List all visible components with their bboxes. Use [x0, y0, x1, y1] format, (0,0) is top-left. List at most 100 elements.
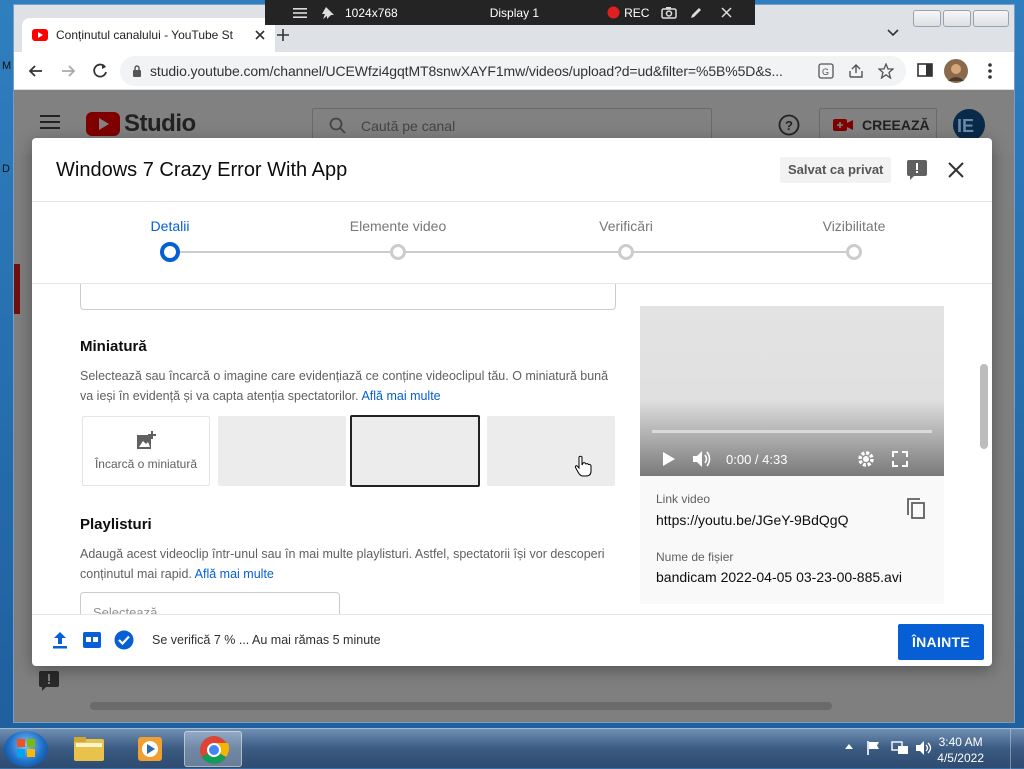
kebab-menu-icon[interactable]: [980, 61, 1000, 81]
action-center-flag-icon[interactable]: [866, 740, 882, 756]
thumbnail-section-title: Miniatură: [80, 338, 147, 355]
step-dot-video-elements[interactable]: [390, 244, 406, 260]
back-arrow-icon[interactable]: [26, 61, 46, 81]
network-icon[interactable]: [891, 740, 909, 756]
svg-text:IE: IE: [957, 116, 974, 136]
side-panel-icon[interactable]: [916, 61, 936, 81]
settings-gear-icon[interactable]: [857, 450, 875, 468]
fullscreen-icon[interactable]: [892, 451, 909, 467]
playlists-learn-more-link[interactable]: Află mai multe: [195, 567, 274, 581]
upload-arrow-icon[interactable]: [52, 631, 68, 649]
step-visibility[interactable]: Vizibilitate: [823, 218, 886, 234]
copy-link-icon[interactable]: [906, 498, 926, 520]
upload-stepper: Detalii Elemente video Verificări Vizibi…: [32, 202, 992, 284]
start-button[interactable]: [4, 731, 48, 767]
forward-arrow-icon[interactable]: [58, 61, 78, 81]
rec-dot-icon: [607, 0, 620, 25]
taskbar: 3:40 AM 4/5/2022: [0, 728, 1024, 769]
play-icon[interactable]: [662, 451, 676, 467]
studio-logo[interactable]: Studio: [86, 110, 196, 138]
playlists-description: Adaugă acest videoclip într-unul sau în …: [80, 544, 610, 584]
recorder-resolution: 1024x768: [345, 5, 398, 20]
url-text: studio.youtube.com/channel/UCEWfzi4gqtMT…: [150, 63, 783, 79]
description-field[interactable]: [80, 284, 616, 310]
help-icon[interactable]: ?: [778, 114, 800, 136]
rec-button[interactable]: REC: [624, 0, 649, 25]
translate-icon[interactable]: G: [818, 63, 834, 79]
show-hidden-icons-icon[interactable]: [844, 742, 854, 750]
taskbar-explorer[interactable]: [60, 731, 118, 767]
search-placeholder: Caută pe canal: [361, 118, 456, 134]
reload-icon[interactable]: [90, 61, 110, 81]
show-desktop-button[interactable]: [1010, 729, 1024, 769]
address-bar[interactable]: studio.youtube.com/channel/UCEWfzi4gqtMT…: [120, 56, 906, 86]
taskbar-media-player[interactable]: [122, 731, 180, 767]
video-player[interactable]: 0:00 / 4:33: [640, 306, 944, 476]
share-icon[interactable]: [848, 63, 864, 79]
step-dot-visibility[interactable]: [846, 244, 862, 260]
dialog-header: Windows 7 Crazy Error With App Salvat ca…: [32, 138, 992, 202]
feedback-icon[interactable]: [38, 670, 60, 692]
step-dot-details[interactable]: [160, 242, 180, 262]
youtube-favicon-icon: [32, 29, 48, 41]
new-tab-icon[interactable]: [276, 28, 290, 42]
page-horizontal-scrollbar[interactable]: [90, 702, 832, 710]
step-video-elements[interactable]: Elemente video: [350, 218, 447, 234]
auto-thumbnail-option-3[interactable]: [487, 416, 615, 486]
stepper-track: [170, 251, 854, 253]
maximize-button[interactable]: [943, 10, 971, 27]
studio-page: Studio Caută pe canal ? CREEAZĂ IE Windo…: [14, 90, 1014, 722]
browser-toolbar: studio.youtube.com/channel/UCEWfzi4gqtMT…: [14, 52, 1014, 90]
video-progress-bar[interactable]: [652, 430, 932, 433]
tab-close-icon[interactable]: [255, 30, 265, 40]
volume-icon[interactable]: [692, 450, 714, 468]
recorder-bar: 1024x768 Display 1 REC: [265, 0, 755, 25]
profile-avatar[interactable]: [944, 59, 968, 83]
report-feedback-icon[interactable]: [906, 159, 928, 181]
svg-text:G: G: [822, 67, 829, 77]
create-label: CREEAZĂ: [862, 117, 930, 133]
thumbnail-learn-more-link[interactable]: Află mai multe: [361, 389, 440, 403]
dialog-title: Windows 7 Crazy Error With App: [56, 159, 348, 181]
bookmark-star-icon[interactable]: [878, 63, 894, 79]
window-close-button[interactable]: [973, 10, 1009, 27]
volume-tray-icon[interactable]: [915, 740, 933, 756]
pin-icon[interactable]: [321, 0, 335, 25]
menu-icon[interactable]: [293, 0, 307, 25]
pencil-icon[interactable]: [689, 0, 703, 25]
next-button[interactable]: ÎNAINTE: [898, 624, 984, 660]
video-link-label: Link video: [656, 492, 711, 506]
sidebar-accent: [14, 264, 20, 314]
playlist-select[interactable]: Selectează: [80, 592, 340, 614]
create-button[interactable]: CREEAZĂ: [819, 108, 937, 142]
playlists-section-title: Playlisturi: [80, 516, 152, 533]
taskbar-clock[interactable]: 3:40 AM 4/5/2022: [937, 734, 984, 766]
video-link[interactable]: https://youtu.be/JGeY-9BdQgQ: [656, 512, 849, 528]
upload-thumbnail-label: Încarcă o miniatură: [94, 457, 198, 471]
dialog-close-icon[interactable]: [948, 162, 964, 178]
tab-search-chevron-icon[interactable]: [887, 29, 899, 37]
hamburger-menu-icon[interactable]: [40, 114, 60, 130]
step-dot-checks[interactable]: [618, 244, 634, 260]
camera-icon[interactable]: [661, 0, 678, 25]
browser-tab[interactable]: Conținutul canalului - YouTube St: [22, 18, 275, 52]
auto-thumbnail-option-2[interactable]: [350, 415, 480, 487]
step-details[interactable]: Detalii: [151, 218, 190, 234]
saved-private-badge: Salvat ca privat: [780, 157, 892, 183]
close-icon[interactable]: [721, 0, 732, 25]
taskbar-chrome[interactable]: [184, 731, 242, 767]
dialog-content: Miniatură Selectează sau încarcă o imagi…: [32, 284, 992, 614]
hd-processing-icon[interactable]: [82, 631, 102, 649]
video-preview-panel: 0:00 / 4:33 Link video https://youtu.be/…: [640, 306, 944, 604]
video-camera-icon: [832, 117, 854, 133]
playlists-desc-text: Adaugă acest videoclip într-unul sau în …: [80, 547, 605, 581]
upload-thumbnail-button[interactable]: Încarcă o miniatură: [82, 416, 210, 486]
media-player-icon: [122, 731, 180, 767]
minimize-button[interactable]: [913, 10, 941, 27]
recorder-display[interactable]: Display 1: [490, 0, 539, 25]
dialog-scrollbar[interactable]: [980, 364, 988, 449]
auto-thumbnail-option-1[interactable]: [218, 416, 346, 486]
channel-avatar[interactable]: IE: [952, 108, 986, 142]
check-circle-icon[interactable]: [114, 630, 134, 650]
step-checks[interactable]: Verificări: [599, 218, 653, 234]
